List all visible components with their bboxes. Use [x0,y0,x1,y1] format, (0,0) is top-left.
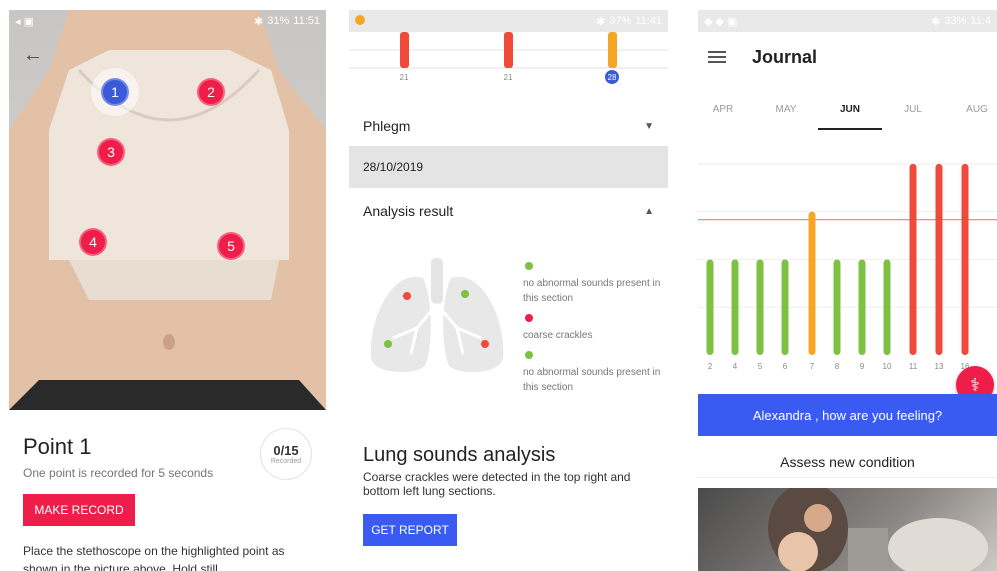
tab-jun[interactable]: JUN [840,104,860,115]
battery-level: 31% [267,15,290,27]
mini-tick: 21 [400,73,409,82]
status-time: 11:51 [293,15,320,27]
body-photo: ◂ ▣ ✱ 31% 11:51 ← 1 2 3 4 5 [9,10,326,410]
point-subtitle: One point is recorded for 5 seconds [23,466,214,480]
tab-may[interactable]: MAY [776,104,797,115]
chest-point-5[interactable]: 5 [217,232,245,260]
analysis-result-label: Analysis result [363,203,454,219]
legend-item: no abnormal sounds present in this secti… [523,260,663,306]
journal-tick-label: 11 [909,362,918,371]
mini-bar [400,32,409,68]
legend-dot-red [525,314,533,322]
journal-tick-label: 4 [733,362,738,371]
status-bar: ◆ ◆ ▣ ✱ 33% 11:4 [698,10,997,32]
journal-bar [756,259,764,355]
tab-jul[interactable]: JUL [904,104,922,115]
recorded-counter: 0/15 Recorded [260,428,312,480]
status-bar: ◂ ▣ ✱ 31% 11:51 [9,10,326,32]
journal-bar [909,163,917,355]
mini-bar [608,32,617,68]
journal-screen: ◆ ◆ ▣ ✱ 33% 11:4 Journal APR MAY JUN JUL… [698,10,997,571]
chest-point-1[interactable]: 1 [101,78,129,106]
stethoscope-icon: ⚕ [970,374,980,395]
analysis-date: 28/10/2019 [363,160,424,174]
lung-sounds-title: Lung sounds analysis [363,444,556,466]
journal-bar [833,259,841,355]
phlegm-row[interactable]: Phlegm ▼ [349,108,668,144]
page-title: Journal [752,46,818,67]
journal-bar [808,211,816,355]
caret-up-icon[interactable]: ▲ [644,206,654,217]
journal-bar [706,259,714,355]
date-row: 28/10/2019 [349,146,668,188]
counter-label: Recorded [270,458,302,465]
journal-bar [961,163,969,355]
notification-icon: ◆ ◆ ▣ [704,15,738,28]
record-point-screen: ◂ ▣ ✱ 31% 11:51 ← 1 2 3 4 5 Point 1 One … [9,10,326,571]
lung-sounds-description: Coarse crackles were detected in the top… [363,470,631,498]
counter-value: 0/15 [273,443,299,458]
legend-item: coarse crackles [523,312,663,343]
status-time: 11:4 [970,15,991,27]
journal-bar [858,259,866,355]
tab-apr[interactable]: APR [713,104,734,115]
journal-tick-label: 9 [860,362,865,371]
tab-aug[interactable]: AUG [966,104,988,115]
lung-marker-green [461,290,469,298]
phlegm-label: Phlegm [363,118,411,134]
get-report-button[interactable]: GET REPORT [363,514,457,546]
status-left-icons: ◂ ▣ [15,15,34,28]
journal-tick-label: 6 [783,362,788,371]
app-bar: Journal [698,32,997,82]
back-arrow-icon[interactable]: ← [23,44,43,67]
battery-level: 33% [944,15,967,27]
legend-dot-green [525,262,533,270]
mother-baby-photo [698,488,997,571]
hamburger-menu-icon[interactable] [708,48,726,66]
journal-bar [883,259,891,355]
how-are-you-feeling-button[interactable]: Alexandra , how are you feeling? [698,394,997,436]
month-tabs: APR MAY JUN JUL AUG [698,100,997,130]
assess-condition-button[interactable]: Assess new condition [698,446,997,478]
mini-tick: 21 [504,73,513,82]
mini-tick-selected: 28 [608,73,617,82]
chest-point-4[interactable]: 4 [79,228,107,256]
bluetooth-icon: ✱ [931,15,941,28]
journal-bar-chart: 2 4 5 6 7 8 9 10 11 13 16 [698,163,997,371]
lung-marker-green [384,340,392,348]
journal-tick-label: 10 [883,362,892,371]
journal-tick-label: 7 [810,362,815,371]
lung-marker-red [403,292,411,300]
journal-tick-label: 13 [935,362,944,371]
legend-item: no abnormal sounds present in this secti… [523,349,663,395]
analysis-result-row[interactable]: Analysis result ▲ [349,194,668,228]
journal-tick-label: 5 [758,362,763,371]
caret-down-icon[interactable]: ▼ [644,121,654,132]
point-title: Point 1 [23,434,92,459]
history-mini-chart: 21 21 28 [349,32,668,84]
journal-tick-label: 2 [708,362,713,371]
analysis-screen: ✱ 37% 11:41 21 21 28 Phlegm ▼ 28/10/2019… [349,10,668,571]
journal-bar [731,259,739,355]
instruction-text: Place the stethoscope on the highlighted… [23,544,285,571]
chest-point-2[interactable]: 2 [197,78,225,106]
bluetooth-icon: ✱ [254,15,264,28]
mini-bar [504,32,513,68]
legend-dot-green [525,351,533,359]
journal-tick-label: 8 [835,362,840,371]
make-record-button[interactable]: MAKE RECORD [23,494,135,526]
analysis-legend: no abnormal sounds present in this secti… [523,260,663,401]
journal-bar [781,259,789,355]
chest-point-3[interactable]: 3 [97,138,125,166]
journal-bar [935,163,943,355]
lung-marker-red [481,340,489,348]
lungs-diagram [370,258,504,373]
